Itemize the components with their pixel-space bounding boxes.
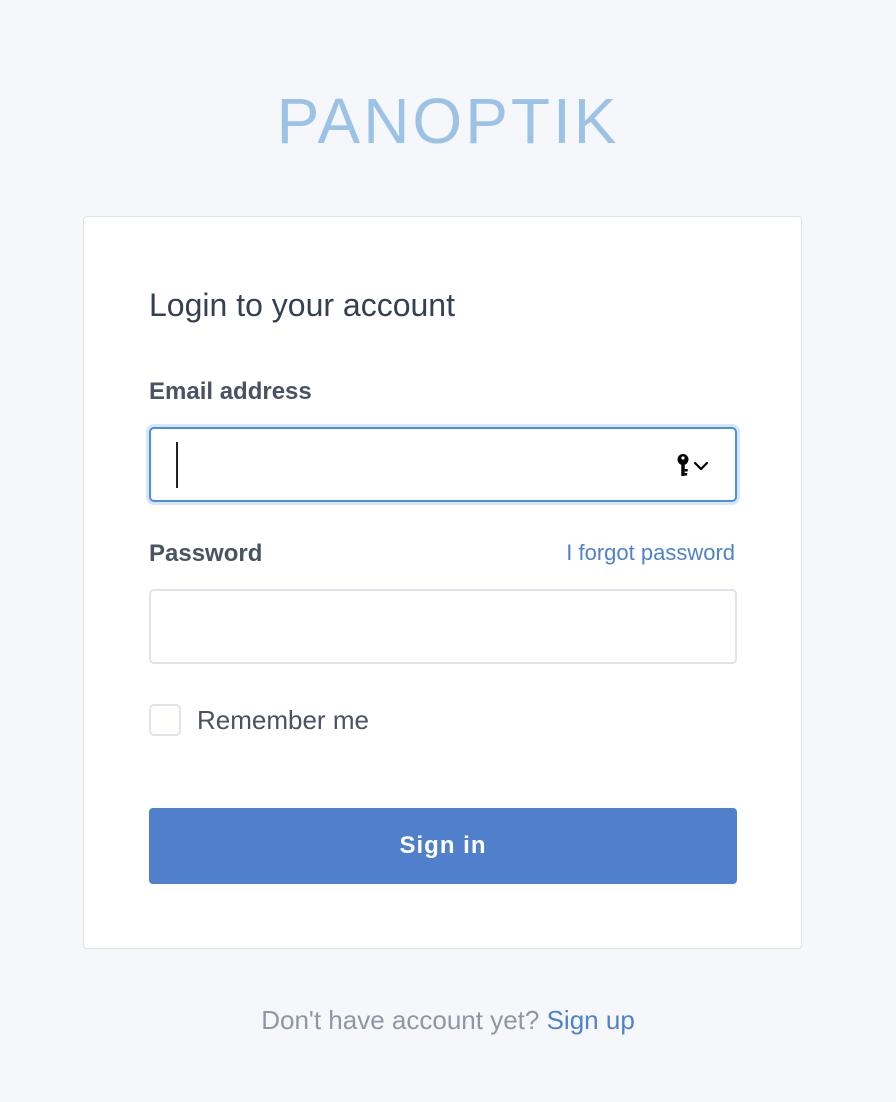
email-field[interactable] <box>149 427 737 502</box>
signup-prompt-text: Don't have account yet? <box>261 1005 540 1035</box>
password-label: Password <box>149 540 263 567</box>
login-card: Login to your account Email address Pass… <box>83 216 802 949</box>
brand-logo: PANOPTIK <box>276 85 620 157</box>
forgot-password-link[interactable]: I forgot password <box>566 538 735 568</box>
text-caret <box>176 442 178 488</box>
remember-me-checkbox[interactable] <box>149 704 181 736</box>
card-title: Login to your account <box>149 287 455 323</box>
email-label: Email address <box>149 378 312 405</box>
chevron-down-icon <box>693 461 709 471</box>
password-manager-autofill-button[interactable] <box>675 453 709 479</box>
sign-in-button[interactable]: Sign in <box>149 808 737 884</box>
key-icon <box>677 454 689 476</box>
signup-prompt: Don't have account yet? Sign up <box>0 1003 896 1037</box>
sign-up-link[interactable]: Sign up <box>547 1005 635 1035</box>
password-field[interactable] <box>149 589 737 664</box>
login-page: PANOPTIK Login to your account Email add… <box>0 0 896 1102</box>
remember-me-label[interactable]: Remember me <box>197 704 369 736</box>
